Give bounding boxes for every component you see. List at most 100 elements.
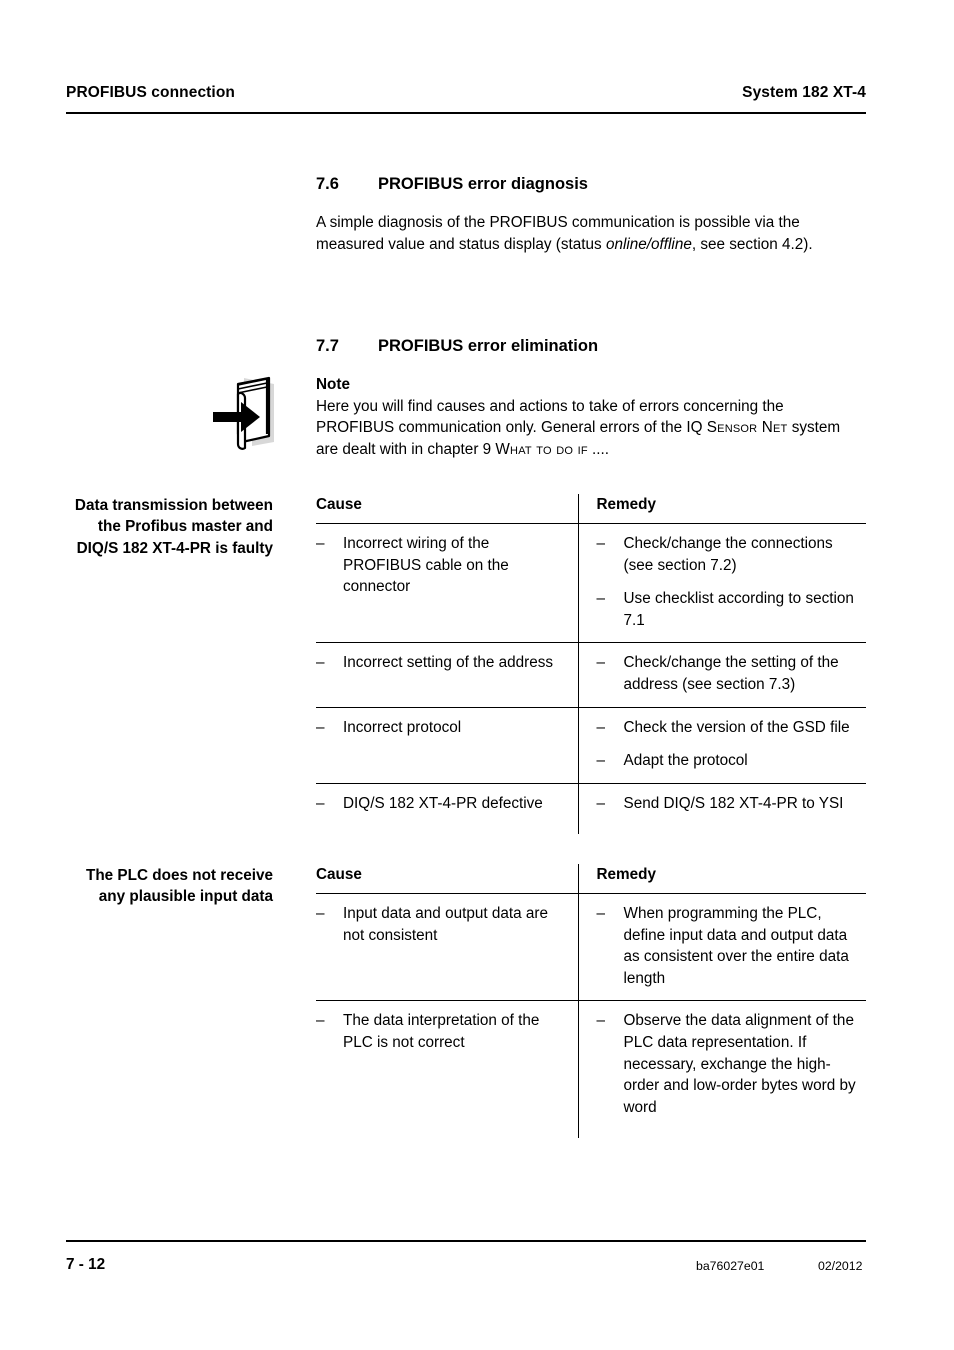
dash-bullet: –	[316, 905, 325, 922]
bullet-list: – Send DIQ/S 182 XT-4-PR to YSI	[597, 793, 857, 815]
list-item-text: Send DIQ/S 182 XT-4-PR to YSI	[623, 794, 844, 812]
table-header-row: Cause Remedy	[316, 864, 866, 894]
list-item-text: Use checklist according to section 7.1	[623, 590, 854, 629]
section-7-6-number: 7.6	[316, 175, 339, 193]
list-item: – DIQ/S 182 XT-4-PR defective	[316, 793, 568, 815]
column-header-cause: Cause	[316, 494, 578, 524]
list-item-text: Check/change the connections (see sectio…	[623, 535, 833, 574]
table-data-transmission-faults: Cause Remedy – Incorrect wiring of the PR…	[316, 494, 866, 835]
book-arrow-icon	[211, 372, 285, 454]
section-7-7-heading: 7.7 PROFIBUS error elimination	[316, 336, 866, 357]
dash-bullet: –	[596, 794, 606, 812]
section-7-6: 7.6 PROFIBUS error diagnosis A simple di…	[316, 174, 866, 255]
footer-document-id: ba76027e01	[696, 1259, 765, 1273]
dash-bullet: –	[596, 535, 606, 552]
table-row: – The data interpretation of the PLC is n…	[316, 1000, 866, 1139]
dash-bullet: –	[596, 905, 606, 922]
footer-rule	[66, 1240, 866, 1242]
table-header-row: Cause Remedy	[316, 494, 866, 524]
list-item: – Incorrect wiring of the PROFIBUS cable …	[316, 533, 568, 598]
cell-remedy: – Observe the data alignment of the PLC d…	[577, 1000, 866, 1139]
dash-bullet: –	[596, 752, 606, 770]
list-item: – Check the version of the GSD file	[597, 717, 857, 739]
section-7-6-title: PROFIBUS error diagnosis	[378, 175, 588, 193]
margin-label-plc-input-data: The PLC does not receive any plausible i…	[85, 867, 273, 906]
table-plc-input-data-faults: Cause Remedy – Input data and output data…	[316, 864, 866, 1139]
footer-date: 02/2012	[818, 1259, 863, 1273]
list-item-text: Observe the data alignment of the PLC da…	[623, 1012, 856, 1116]
note-block: Note Here you will find causes and actio…	[316, 374, 866, 460]
bullet-list: – Incorrect protocol	[316, 717, 568, 739]
bullet-list: – Incorrect setting of the address	[316, 652, 568, 674]
list-item-text: Adapt the protocol	[623, 752, 748, 770]
section-7-7-number: 7.7	[316, 337, 339, 355]
paragraph-emphasis-online-offline: online/offline	[605, 235, 692, 253]
header-left-title: PROFIBUS connection	[66, 84, 235, 101]
list-item: – Observe the data alignment of the PLC d…	[597, 1010, 857, 1118]
list-item-text: Incorrect wiring of the PROFIBUS cable o…	[343, 535, 509, 596]
paragraph-text-part-2: , see section 4.2).	[691, 235, 813, 253]
note-text: Here you will find causes and actions to…	[316, 396, 866, 461]
bullet-list: – Observe the data alignment of the PLC d…	[597, 1010, 857, 1118]
cell-cause: – Input data and output data are not cons…	[316, 893, 578, 1002]
cell-remedy: – Check/change the setting of the address…	[577, 642, 866, 708]
cell-remedy: – Check the version of the GSD file – Adap…	[577, 707, 866, 784]
note-smallcaps-what-to-do-if: What to do if	[495, 440, 588, 458]
cell-cause: – The data interpretation of the PLC is n…	[316, 1001, 578, 1138]
bullet-list: – When programming the PLC, define input …	[597, 903, 857, 989]
list-item-text: Incorrect setting of the address	[343, 654, 554, 672]
section-7-7-title: PROFIBUS error elimination	[378, 337, 599, 355]
list-item: – The data interpretation of the PLC is n…	[316, 1010, 568, 1053]
bullet-list: – Check/change the setting of the address…	[597, 652, 857, 695]
dash-bullet: –	[596, 1012, 606, 1030]
bullet-list: – Check/change the connections (see secti…	[597, 533, 857, 631]
dash-bullet: –	[316, 654, 325, 672]
list-item: – Adapt the protocol	[597, 750, 857, 772]
cell-cause: – Incorrect wiring of the PROFIBUS cable …	[316, 523, 578, 644]
list-item: – Check/change the setting of the address…	[597, 652, 857, 695]
note-text-part-3: ....	[587, 440, 609, 458]
column-header-remedy: Remedy	[577, 864, 866, 894]
dash-bullet: –	[316, 535, 325, 552]
cell-remedy: – Check/change the connections (see secti…	[577, 523, 866, 644]
table-row: – Input data and output data are not cons…	[316, 893, 866, 1002]
list-item-text: Input data and output data are not consi…	[343, 905, 548, 944]
list-item-text: The data interpretation of the PLC is no…	[343, 1012, 540, 1051]
bullet-list: – DIQ/S 182 XT-4-PR defective	[316, 793, 568, 815]
list-item-text: Check/change the setting of the address …	[623, 654, 839, 693]
page-footer: 7 - 12 ba76027e01 02/2012	[66, 1256, 866, 1276]
table-row: – Incorrect protocol – Check the version o…	[316, 707, 866, 784]
table-row: – DIQ/S 182 XT-4-PR defective – Send DIQ/S…	[316, 783, 866, 835]
table-row: – Incorrect wiring of the PROFIBUS cable …	[316, 523, 866, 644]
header-right-title: System 182 XT-4	[742, 84, 866, 101]
cell-cause: – Incorrect setting of the address	[316, 642, 578, 708]
note-title: Note	[316, 376, 350, 393]
section-7-6-paragraph: A simple diagnosis of the PROFIBUS commu…	[316, 212, 866, 255]
dash-bullet: –	[316, 1012, 325, 1030]
bullet-list: – Check the version of the GSD file – Adap…	[597, 717, 857, 772]
bullet-list: – Input data and output data are not cons…	[316, 903, 568, 946]
margin-label-data-transmission: Data transmission between the Profibus m…	[74, 497, 273, 557]
cell-remedy: – Send DIQ/S 182 XT-4-PR to YSI	[577, 783, 866, 835]
note-smallcaps-sensor-net: Sensor Net	[706, 419, 788, 437]
list-item: – Input data and output data are not cons…	[316, 903, 568, 946]
section-7-7: 7.7 PROFIBUS error elimination	[316, 336, 866, 357]
footer-page-number: 7 - 12	[66, 1256, 106, 1273]
bullet-list: – Incorrect wiring of the PROFIBUS cable …	[316, 533, 568, 598]
list-item: – When programming the PLC, define input …	[597, 903, 857, 989]
cell-remedy: – When programming the PLC, define input …	[577, 893, 866, 1002]
list-item: – Incorrect setting of the address	[316, 652, 568, 674]
dash-bullet: –	[596, 654, 606, 672]
list-item: – Send DIQ/S 182 XT-4-PR to YSI	[597, 793, 857, 815]
column-header-cause: Cause	[316, 864, 578, 894]
list-item-text: DIQ/S 182 XT-4-PR defective	[343, 794, 543, 812]
dash-bullet: –	[316, 794, 325, 812]
document-page: PROFIBUS connection System 182 XT-4 7.6 …	[0, 0, 954, 1350]
dash-bullet: –	[596, 590, 606, 608]
cell-cause: – DIQ/S 182 XT-4-PR defective	[316, 783, 578, 834]
dash-bullet: –	[596, 718, 606, 736]
table-row: – Incorrect setting of the address – Check…	[316, 642, 866, 708]
list-item-text: When programming the PLC, define input d…	[623, 905, 849, 987]
list-item: – Check/change the connections (see secti…	[597, 533, 857, 576]
header-rule	[66, 112, 866, 114]
